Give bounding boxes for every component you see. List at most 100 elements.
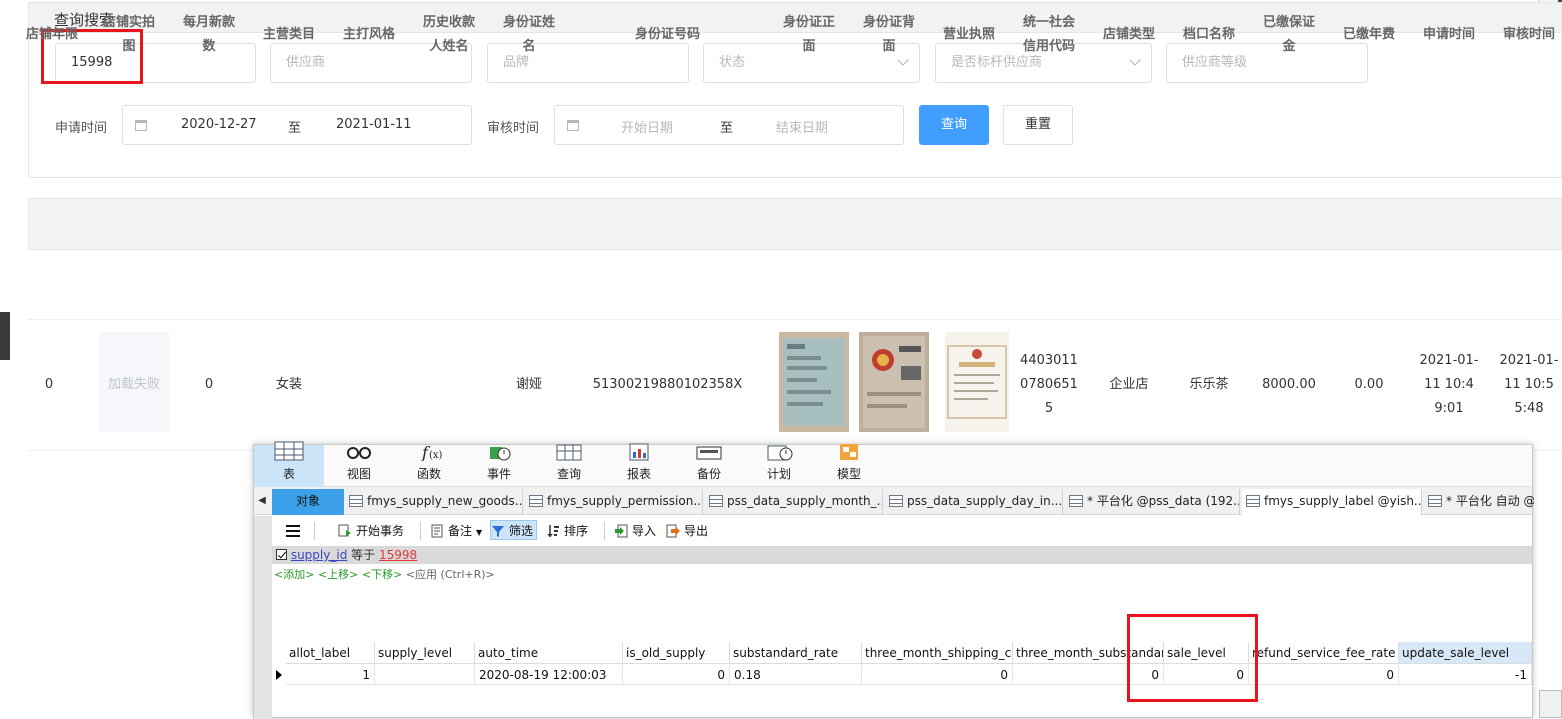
grid-col-substandard-rate[interactable]: substandard_rate [730,642,862,664]
grid-col-update-sale-level[interactable]: update_sale_level [1399,642,1532,664]
filter-apply-link[interactable]: <应用 (Ctrl+R)> [406,568,495,581]
grid-cell-allot-label[interactable]: 1 [286,665,375,685]
grid-col-auto-time[interactable]: auto_time [475,642,623,664]
import-icon [615,524,628,538]
col-header-text: 审核时间 [1502,27,1555,42]
filter-condition: supply_id 等于 15998 [272,546,1532,564]
grid-cell-three-month-shipping[interactable]: 0 [862,665,1013,685]
cell-store-years: 0 [44,377,54,392]
business-license-image[interactable] [945,332,1009,432]
filter-enabled-checkbox[interactable] [276,549,287,560]
ribbon-backup[interactable]: 备份 [674,445,744,487]
cell-audit-time: 2021-01-11 10:55:48 [1499,353,1559,416]
filter-operator[interactable]: 等于 [351,548,375,562]
filter-field-link[interactable]: supply_id [291,548,347,562]
current-row-pointer-icon [276,670,282,680]
tab-query-platform-pss-data[interactable]: * 平台化 @pss_data (192... [1065,489,1240,515]
ribbon-view[interactable]: 视图 [324,445,394,487]
ribbon-schedule[interactable]: 计划 [744,445,814,487]
tab-pss-data-supply-month[interactable]: pss_data_supply_month_... [705,489,883,515]
col-header-text: 主打风格 [342,27,395,42]
export-button[interactable]: 导出 [666,521,708,541]
ribbon-label: 计划 [766,467,791,481]
grid-col-allot-label[interactable]: allot_label [286,642,375,664]
audit-range-separator: 至 [720,121,734,136]
filter-actions: <添加> <上移> <下移> <应用 (Ctrl+R)> [274,566,495,582]
filter-down-link[interactable]: <下移> [362,568,402,581]
id-card-front-image[interactable] [779,332,849,432]
ribbon-report[interactable]: 报表 [604,443,674,487]
tab-pss-data-supply-day[interactable]: pss_data_supply_day_in... [885,489,1063,515]
store-photo-failed[interactable]: 加载失败 [99,332,169,432]
col-header-text: 身份证背面 [862,15,915,54]
sort-icon [547,525,559,537]
ribbon-event[interactable]: 事件 [464,445,534,487]
tab-fmys-supply-new-goods[interactable]: fmys_supply_new_goods... [345,489,523,515]
grid-col-three-month-shipping[interactable]: three_month_shipping_co [862,642,1013,664]
grid-cell-is-old-supply[interactable]: 0 [623,665,730,685]
begin-transaction-button[interactable]: 开始事务 [338,521,404,541]
filter-value-link[interactable]: 15998 [379,548,417,562]
ribbon-toolbar: 表 视图 f (x) 函数 事件 查询 报表 备份 计划 模型 [254,441,1532,487]
col-header-payee: 历史收款人姓名 [418,0,480,70]
col-header-text: 身份证姓名 [502,15,555,54]
audit-start-date[interactable]: 开始日期 [621,117,673,136]
filter-up-link[interactable]: <上移> [318,568,358,581]
col-header-text: 营业执照 [942,27,995,42]
audit-time-range[interactable]: 开始日期 至 结束日期 [554,105,904,145]
col-header-store-photo: 店铺实拍图 [98,0,160,70]
report-icon [629,443,649,461]
tab-objects[interactable]: 对象 [272,489,344,515]
cell-annual-fee: 0.00 [1354,377,1384,392]
ribbon-model[interactable]: 模型 [814,444,884,487]
ribbon-query[interactable]: 查询 [534,444,604,487]
col-header-text: 店铺类型 [1102,27,1155,42]
col-header-text: 每月新款数 [182,15,235,54]
col-header-text: 统一社会信用代码 [1022,15,1075,54]
cell-deposit: 8000.00 [1262,377,1316,392]
apply-time-range[interactable]: 2020-12-27 至 2021-01-11 [122,105,472,145]
col-header-style: 主打风格 [338,0,400,70]
table-icon [889,495,903,507]
grid-col-is-old-supply[interactable]: is_old_supply [623,642,730,664]
id-card-back-image[interactable] [859,332,929,432]
toolbar-separator [420,522,421,540]
cell-monthly-new: 0 [204,377,214,392]
col-header-text: 店铺年限 [25,27,78,42]
dropdown-caret-icon[interactable]: ▼ [476,528,482,537]
backup-icon [696,446,722,460]
query-button[interactable]: 查询 [919,105,989,145]
apply-start-date[interactable]: 2020-12-27 [181,117,257,132]
grid-cell-substandard-rate[interactable]: 0.18 [730,665,862,685]
filter-add-link[interactable]: <添加> [274,568,314,581]
grid-cell-update-sale-level[interactable]: -1 [1399,665,1532,685]
ribbon-table[interactable]: 表 [254,441,324,487]
grid-cell-auto-time[interactable]: 2020-08-19 12:00:03 [475,665,623,685]
filter-button[interactable]: 筛选 [490,520,538,540]
grid-cell-supply-level[interactable] [375,665,475,685]
sort-button[interactable]: 排序 [546,521,588,541]
export-label: 导出 [684,524,709,538]
menu-icon[interactable] [286,521,302,541]
grid-cell-refund-service-fee-rate[interactable]: 0 [1249,665,1399,685]
reset-button[interactable]: 重置 [1003,105,1073,145]
tab-scroll-left-icon[interactable]: ◀ [254,489,270,515]
ribbon-function[interactable]: f (x) 函数 [394,443,464,487]
calendar-icon [135,120,147,131]
apply-end-date[interactable]: 2021-01-11 [336,117,412,132]
tab-fmys-supply-label[interactable]: fmys_supply_label @yish... [1242,489,1422,515]
cell-store-type: 企业店 [1109,377,1149,392]
grid-col-refund-service-fee-rate[interactable]: refund_service_fee_rate [1249,642,1399,664]
ribbon-label: 备份 [696,467,721,481]
note-button[interactable]: 备注 ▼ [430,521,482,541]
query-icon [556,444,582,461]
col-header-text: 店铺实拍图 [102,15,155,54]
grid-col-supply-level[interactable]: supply_level [375,642,475,664]
tab-fmys-supply-permission[interactable]: fmys_supply_permission... [525,489,703,515]
note-icon [431,524,443,538]
audit-end-date[interactable]: 结束日期 [776,117,828,136]
cell-id-number: 51300219880102358X [592,377,743,392]
col-header-id-name: 身份证姓名 [498,0,560,70]
import-button[interactable]: 导入 [614,521,656,541]
tab-query-platform-auto[interactable]: * 平台化 自动 @y [1424,489,1534,515]
